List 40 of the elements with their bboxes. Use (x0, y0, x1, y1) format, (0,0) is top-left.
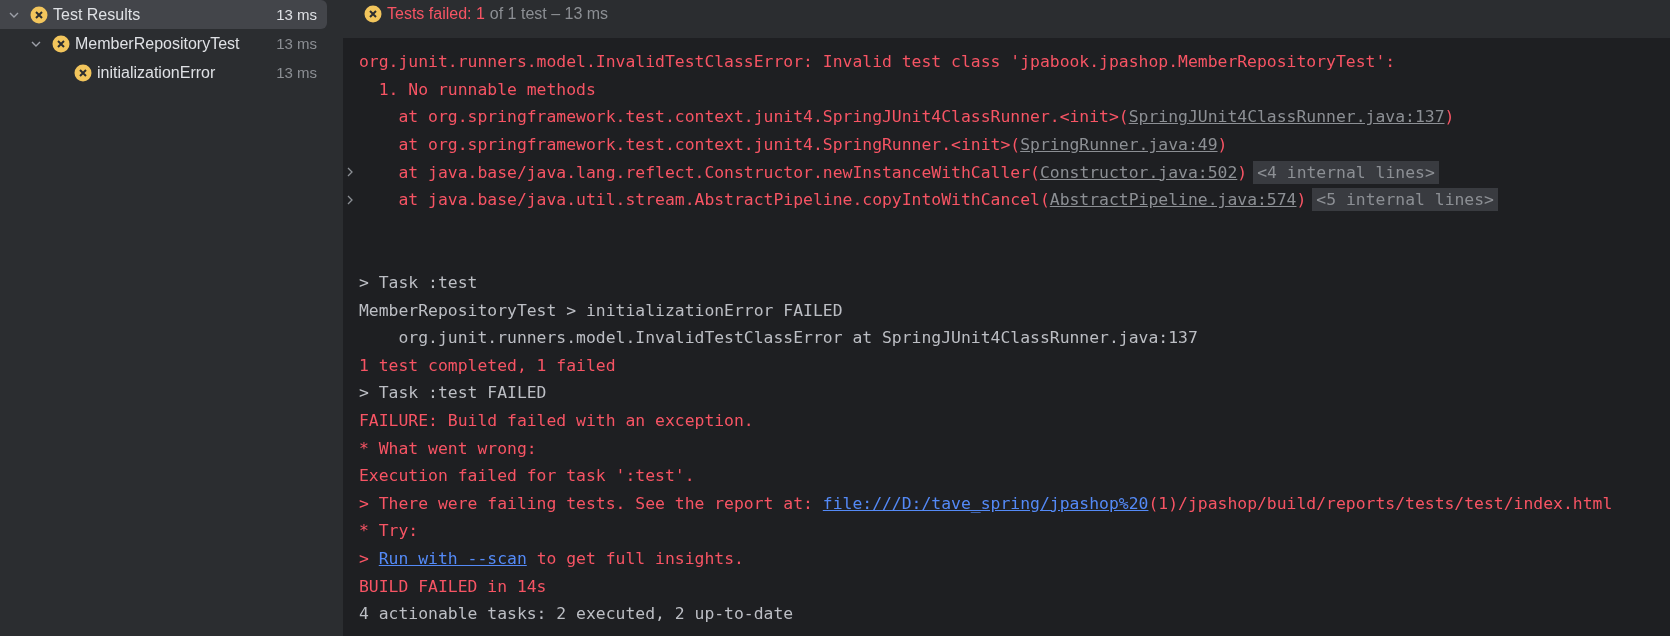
link[interactable]: Run with --scan (378, 549, 527, 568)
status-text: Tests failed: 1 (387, 5, 485, 23)
link[interactable]: Constructor.java:502 (1039, 162, 1238, 182)
tree-item[interactable]: MemberRepositoryTest 13 ms (0, 29, 327, 58)
folded-lines-badge[interactable]: <5 internal lines> (1312, 188, 1498, 212)
duration-text: 13 ms (276, 64, 317, 81)
console-line: > Task :test (359, 273, 478, 293)
expand-icon[interactable] (345, 166, 355, 179)
console-line: 1 test completed, 1 failed (359, 355, 616, 375)
duration-text: 13 ms (276, 35, 317, 52)
console-line: > Run with --scan to get full insights. (359, 549, 744, 568)
console-line: > There were failing tests. See the report at: file:///D:/tave_spring/jpashop%20(1)/jpashop/build/reports/tests/test/index.html (359, 493, 1613, 513)
tree-label: MemberRepositoryTest (75, 34, 241, 53)
console-line: BUILD FAILED in 14s (359, 576, 547, 596)
tree-item[interactable]: Test Results 13 ms (0, 0, 327, 29)
console-line: Execution failed for task ':test'. (359, 466, 695, 486)
console-line: at java.base/java.util.stream.AbstractPipeline.copyIntoWithCancel(AbstractPipeline.java:574) (397, 190, 1307, 210)
tree-item[interactable]: initializationError 13 ms (0, 58, 327, 87)
console-line: org.junit.runners.model.InvalidTestClassError: Invalid test class 'jpabook.jpashop.MemberRepositoryTest': (359, 52, 1396, 72)
console-line: * Try: (359, 521, 419, 541)
console-line: * What went wrong: (359, 438, 537, 458)
console-line: > Task :test FAILED (359, 383, 547, 403)
console-line: at org.springframework.test.context.junit4.SpringJUnit4ClassRunner.<init>(SpringJUnit4ClassRunner.java:137) (397, 107, 1455, 127)
expand-icon[interactable] (345, 193, 355, 206)
console-line: MemberRepositoryTest > initializationError FAILED (359, 300, 843, 320)
console-line: at java.base/java.lang.reflect.Constructor.newInstanceWithCaller(Constructor.java:502) (397, 162, 1248, 182)
console-line: org.junit.runners.model.InvalidTestClassError at SpringJUnit4ClassRunner.java:137 (397, 328, 1198, 348)
tree-label: Test Results (53, 5, 142, 24)
console-line: at org.springframework.test.context.junit4.SpringRunner.<init>(SpringRunner.java:49) (397, 135, 1228, 155)
console-line: FAILURE: Build failed with an exception. (359, 411, 754, 430)
link[interactable]: SpringRunner.java:49 (1020, 135, 1218, 155)
link[interactable]: file:///D:/tave_spring/jpashop%20 (822, 493, 1149, 513)
tree-label: initializationError (97, 63, 217, 82)
link[interactable]: SpringJUnit4ClassRunner.java:137 (1128, 107, 1445, 127)
console-line: 1. No runnable methods (377, 79, 596, 99)
console-line: 4 actionable tasks: 2 executed, 2 up-to-date (359, 604, 794, 624)
summary-text: of 1 test – 13 ms (489, 5, 609, 23)
duration-text: 13 ms (276, 6, 317, 23)
folded-lines-badge[interactable]: <4 internal lines> (1253, 160, 1439, 184)
link[interactable]: AbstractPipeline.java:574 (1049, 190, 1297, 210)
